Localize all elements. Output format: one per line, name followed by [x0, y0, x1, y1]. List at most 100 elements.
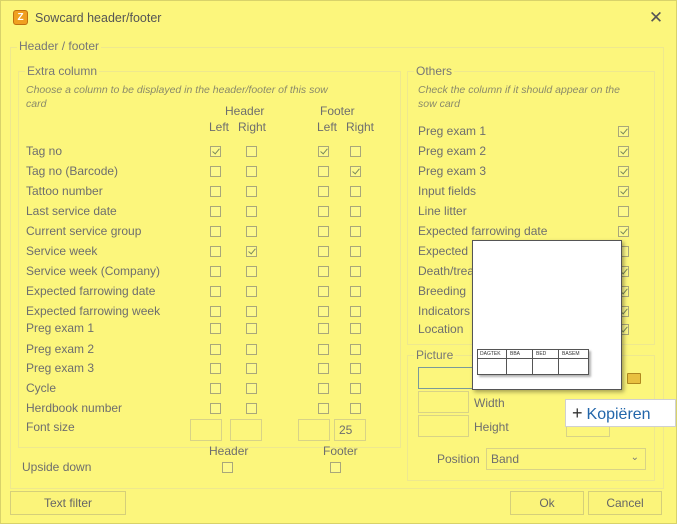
- extra-row-header-left-checkbox[interactable]: [210, 403, 221, 414]
- extra-row-footer-left-checkbox[interactable]: [318, 323, 329, 334]
- extra-row-footer-left-checkbox[interactable]: [318, 246, 329, 257]
- ok-button[interactable]: Ok: [510, 491, 584, 515]
- upside-down-header-checkbox[interactable]: [222, 462, 233, 473]
- extra-row-header-right-checkbox[interactable]: [246, 323, 257, 334]
- extra-row-header-right-checkbox[interactable]: [246, 266, 257, 277]
- extra-row-header-left-checkbox[interactable]: [210, 146, 221, 157]
- extra-row-header-left-checkbox[interactable]: [210, 226, 221, 237]
- others-row-label: Input fields: [418, 184, 477, 198]
- extra-row-footer-right-checkbox[interactable]: [350, 186, 361, 197]
- close-icon[interactable]: ✕: [645, 7, 667, 29]
- extra-row-header-left-checkbox[interactable]: [210, 246, 221, 257]
- extra-row-footer-right-checkbox[interactable]: [350, 363, 361, 374]
- cancel-button[interactable]: Cancel: [588, 491, 662, 515]
- extra-row-footer-left-checkbox[interactable]: [318, 146, 329, 157]
- font-size-footer-right[interactable]: 25: [334, 419, 366, 441]
- extra-row-footer-left-checkbox[interactable]: [318, 286, 329, 297]
- extra-row-footer-right-checkbox[interactable]: [350, 344, 361, 355]
- picture-path-input[interactable]: [418, 367, 478, 389]
- position-label: Position: [437, 452, 480, 466]
- extra-row-header-left-checkbox[interactable]: [210, 306, 221, 317]
- others-row-checkbox[interactable]: [618, 166, 629, 177]
- others-row-checkbox[interactable]: [618, 146, 629, 157]
- extra-row-footer-right-checkbox[interactable]: [350, 226, 361, 237]
- extra-row-label: Current service group: [26, 224, 142, 238]
- picture-height-input[interactable]: [418, 415, 469, 437]
- col-header-left: Left: [209, 120, 230, 134]
- col-header-right: Right: [238, 120, 267, 134]
- extra-row-header-left-checkbox[interactable]: [210, 206, 221, 217]
- extra-row-header-left-checkbox[interactable]: [210, 166, 221, 177]
- drag-copy-tooltip: + Kopiëren: [565, 399, 676, 427]
- font-size-header-left[interactable]: [190, 419, 222, 441]
- extra-row-header-right-checkbox[interactable]: [246, 226, 257, 237]
- extra-row-footer-left-checkbox[interactable]: [318, 363, 329, 374]
- picture-width-input[interactable]: [418, 391, 469, 413]
- app-icon: Z: [13, 10, 28, 25]
- upside-down-footer-checkbox[interactable]: [330, 462, 341, 473]
- extra-row-header-left-checkbox[interactable]: [210, 383, 221, 394]
- extra-row-header-right-checkbox[interactable]: [246, 146, 257, 157]
- extra-row-label: Expected farrowing date: [26, 284, 156, 298]
- extra-row-footer-right-checkbox[interactable]: [350, 286, 361, 297]
- extra-row-footer-right-checkbox[interactable]: [350, 166, 361, 177]
- col-footer-right: Right: [346, 120, 375, 134]
- extra-row-header-left-checkbox[interactable]: [210, 286, 221, 297]
- extra-row-footer-right-checkbox[interactable]: [350, 146, 361, 157]
- extra-row-header-right-checkbox[interactable]: [246, 286, 257, 297]
- extra-row-header-right-checkbox[interactable]: [246, 166, 257, 177]
- title-bar: Z Sowcard header/footer ✕: [1, 1, 676, 35]
- extra-row-header-right-checkbox[interactable]: [246, 344, 257, 355]
- extra-row-header-right-checkbox[interactable]: [246, 403, 257, 414]
- extra-row-header-right-checkbox[interactable]: [246, 383, 257, 394]
- extra-row-label: Last service date: [26, 204, 117, 218]
- extra-row-footer-right-checkbox[interactable]: [350, 306, 361, 317]
- font-size-header-right[interactable]: [230, 419, 262, 441]
- font-size-footer-left[interactable]: [298, 419, 330, 441]
- extra-row-label: Herdbook number: [26, 401, 123, 415]
- position-select[interactable]: Band ⌄: [486, 448, 646, 470]
- extra-row-label: Service week: [26, 244, 98, 258]
- plus-icon: +: [572, 403, 583, 423]
- extra-row-footer-right-checkbox[interactable]: [350, 383, 361, 394]
- extra-row-header-right-checkbox[interactable]: [246, 246, 257, 257]
- extra-row-footer-left-checkbox[interactable]: [318, 166, 329, 177]
- extra-row-header-right-checkbox[interactable]: [246, 206, 257, 217]
- preview-header-4: BASEM: [562, 351, 580, 357]
- extra-row-footer-right-checkbox[interactable]: [350, 403, 361, 414]
- folder-icon[interactable]: [627, 373, 641, 384]
- others-row-checkbox[interactable]: [618, 126, 629, 137]
- extra-row-header-left-checkbox[interactable]: [210, 186, 221, 197]
- others-row-label: Indicators: [418, 304, 471, 318]
- extra-row-footer-left-checkbox[interactable]: [318, 226, 329, 237]
- others-row-label: Death/trea: [418, 264, 475, 278]
- extra-row-header-left-checkbox[interactable]: [210, 323, 221, 334]
- chevron-down-icon: ⌄: [630, 452, 639, 463]
- drag-preview-image: DAGTEK BBA BED BASEM: [472, 240, 622, 390]
- others-description-2: sow card: [418, 98, 461, 110]
- extra-row-label: Tag no (Barcode): [26, 164, 119, 178]
- extra-row-footer-left-checkbox[interactable]: [318, 306, 329, 317]
- window-title: Sowcard header/footer: [35, 11, 162, 25]
- extra-row-footer-right-checkbox[interactable]: [350, 206, 361, 217]
- extra-row-footer-left-checkbox[interactable]: [318, 206, 329, 217]
- others-row-checkbox[interactable]: [618, 206, 629, 217]
- others-description-1: Check the column if it should appear on …: [418, 84, 620, 96]
- extra-row-header-right-checkbox[interactable]: [246, 186, 257, 197]
- extra-row-header-right-checkbox[interactable]: [246, 363, 257, 374]
- extra-row-header-left-checkbox[interactable]: [210, 344, 221, 355]
- extra-row-footer-right-checkbox[interactable]: [350, 246, 361, 257]
- text-filter-button[interactable]: Text filter: [10, 491, 126, 515]
- extra-row-footer-right-checkbox[interactable]: [350, 266, 361, 277]
- extra-row-footer-right-checkbox[interactable]: [350, 323, 361, 334]
- extra-row-footer-left-checkbox[interactable]: [318, 403, 329, 414]
- extra-row-footer-left-checkbox[interactable]: [318, 344, 329, 355]
- others-row-checkbox[interactable]: [618, 226, 629, 237]
- others-row-checkbox[interactable]: [618, 186, 629, 197]
- extra-row-footer-left-checkbox[interactable]: [318, 383, 329, 394]
- extra-row-header-left-checkbox[interactable]: [210, 363, 221, 374]
- extra-row-header-left-checkbox[interactable]: [210, 266, 221, 277]
- extra-row-footer-left-checkbox[interactable]: [318, 266, 329, 277]
- extra-row-footer-left-checkbox[interactable]: [318, 186, 329, 197]
- extra-row-header-right-checkbox[interactable]: [246, 306, 257, 317]
